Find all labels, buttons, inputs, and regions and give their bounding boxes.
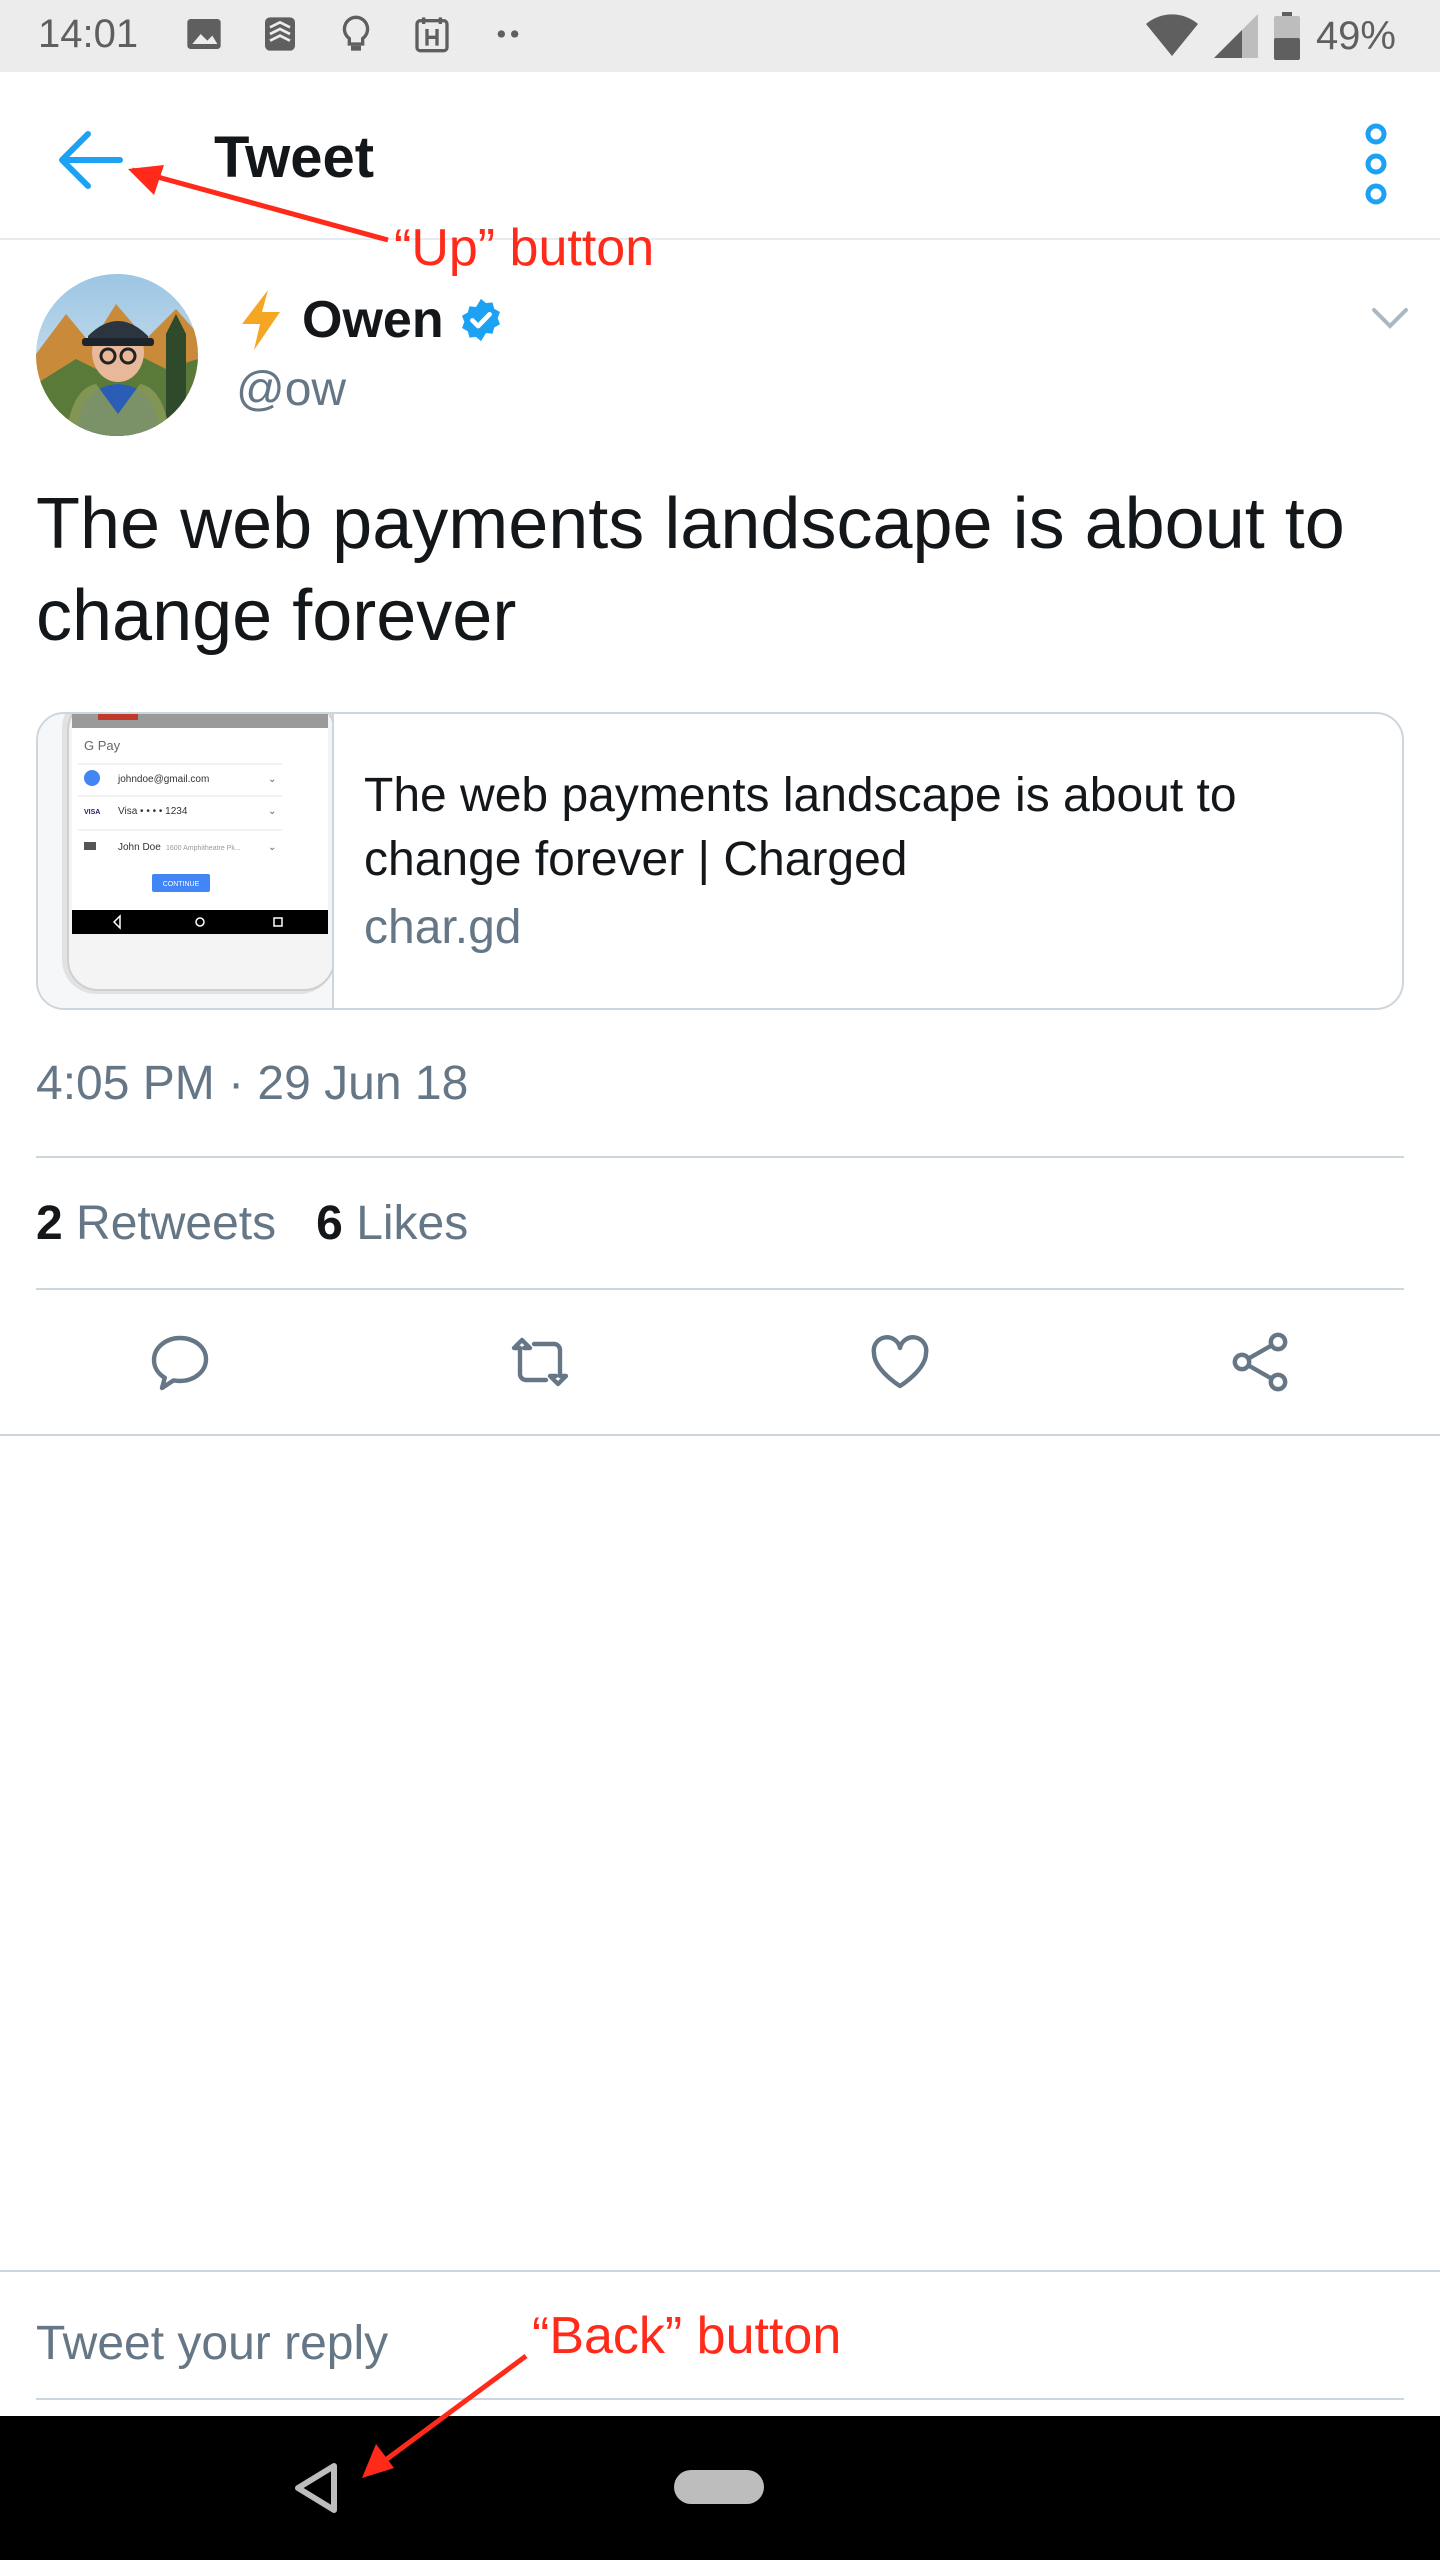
likes-stat[interactable]: 6 Likes bbox=[316, 1196, 468, 1251]
share-icon[interactable] bbox=[1228, 1330, 1292, 1394]
like-icon[interactable] bbox=[868, 1330, 932, 1394]
battery-icon bbox=[1273, 12, 1300, 60]
status-time: 14:01 bbox=[38, 12, 139, 56]
avatar[interactable] bbox=[36, 274, 198, 436]
up-button-annotation: “Up” button bbox=[394, 219, 655, 277]
gpay-label: G Pay bbox=[84, 738, 121, 753]
chevron-down-icon bbox=[1372, 308, 1408, 329]
tweet-detail-screen: 14:01 49% Tweet Owen @ow The web payment… bbox=[0, 0, 1440, 2560]
more-notifications-icon bbox=[497, 30, 519, 38]
image-icon bbox=[187, 19, 221, 49]
author-name-row[interactable]: Owen bbox=[236, 290, 504, 350]
card-thumbnail: G Pay johndoe@gmail.com ⌄ VISA Visa • • … bbox=[38, 714, 334, 1008]
gpay-card-brand: VISA bbox=[84, 809, 100, 816]
card-domain: char.gd bbox=[364, 901, 522, 954]
tweet-timestamp: 4:05 PM · 29 Jun 18 bbox=[36, 1057, 469, 1110]
tweet-text: The web payments landscape is about to c… bbox=[36, 484, 1345, 656]
home-pill-button[interactable] bbox=[674, 2470, 764, 2504]
system-navigation-bar bbox=[0, 2416, 1440, 2560]
reply-underline bbox=[36, 2398, 1404, 2400]
lightning-bolt-icon bbox=[242, 290, 280, 350]
svg-text:⌄: ⌄ bbox=[268, 842, 276, 853]
engagement-stats: 2 Retweets 6 Likes bbox=[36, 1196, 468, 1251]
gpay-name: John Doe bbox=[118, 842, 161, 853]
retweets-label: Retweets bbox=[76, 1197, 277, 1250]
reply-icon[interactable] bbox=[148, 1330, 212, 1394]
retweet-icon[interactable] bbox=[508, 1330, 572, 1394]
gpay-email: johndoe@gmail.com bbox=[117, 774, 209, 785]
system-status: 49% bbox=[1145, 12, 1396, 60]
page-title: Tweet bbox=[214, 125, 375, 190]
back-triangle-icon bbox=[295, 2463, 337, 2513]
gpay-card: Visa • • • • 1234 bbox=[118, 806, 188, 817]
verified-badge-icon bbox=[461, 298, 500, 342]
likes-label: Likes bbox=[356, 1197, 469, 1250]
link-card[interactable]: G Pay johndoe@gmail.com ⌄ VISA Visa • • … bbox=[36, 712, 1404, 1010]
calendar-icon bbox=[415, 17, 449, 53]
phone-screenshot-image: G Pay johndoe@gmail.com ⌄ VISA Visa • • … bbox=[62, 714, 332, 994]
divider bbox=[36, 1156, 1404, 1158]
more-vertical-icon bbox=[1365, 123, 1387, 205]
svg-text:⌄: ⌄ bbox=[268, 806, 276, 817]
arrow-left-icon bbox=[59, 131, 123, 189]
overflow-menu-button[interactable] bbox=[1346, 116, 1406, 212]
tweet-actions bbox=[0, 1290, 1440, 1436]
profile-photo bbox=[36, 274, 198, 436]
status-bar: 14:01 49% bbox=[0, 0, 1440, 72]
back-button[interactable] bbox=[290, 2458, 344, 2518]
back-button-annotation: “Back” button bbox=[532, 2307, 842, 2365]
svg-text:⌄: ⌄ bbox=[268, 774, 276, 785]
battery-percent: 49% bbox=[1315, 13, 1396, 58]
retweets-count: 2 bbox=[36, 1197, 63, 1250]
layers-icon bbox=[265, 17, 295, 51]
tweet-options-button[interactable] bbox=[1366, 298, 1414, 338]
card-title: The web payments landscape is about to c… bbox=[364, 769, 1237, 886]
retweets-stat[interactable]: 2 Retweets bbox=[36, 1196, 276, 1251]
user-handle[interactable]: @ow bbox=[236, 362, 346, 417]
up-button[interactable] bbox=[44, 112, 140, 208]
likes-count: 6 bbox=[316, 1197, 343, 1250]
gpay-continue: CONTINUE bbox=[163, 881, 200, 888]
gpay-address: 1600 Amphitheatre Pk... bbox=[166, 845, 241, 852]
display-name: Owen bbox=[302, 291, 444, 349]
lightbulb-icon bbox=[342, 15, 370, 51]
annotation-arrows bbox=[128, 165, 528, 2478]
toolbar: Tweet bbox=[0, 72, 1440, 240]
wifi-icon bbox=[1145, 14, 1198, 57]
reply-input[interactable]: Tweet your reply bbox=[36, 2316, 388, 2371]
signal-icon bbox=[1213, 14, 1258, 58]
notification-icons bbox=[184, 14, 528, 54]
